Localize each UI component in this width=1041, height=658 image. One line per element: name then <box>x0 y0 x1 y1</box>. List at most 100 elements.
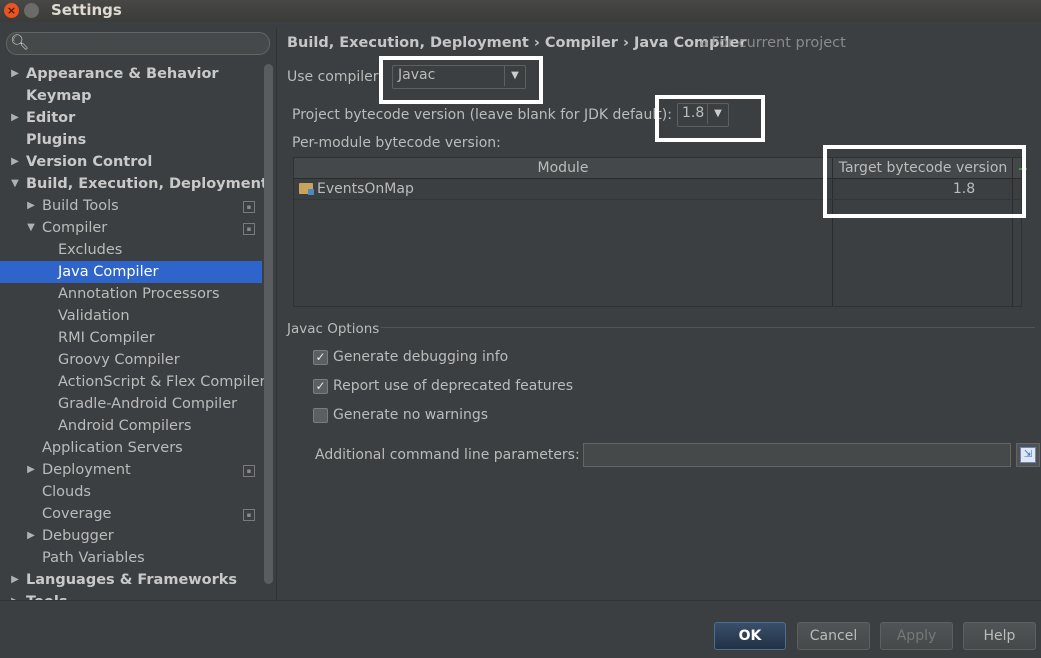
sidebar-item-label: Debugger <box>42 528 114 544</box>
annotation-box-target-version <box>823 145 1026 218</box>
generate-no-warnings-checkbox[interactable] <box>313 408 328 423</box>
chevron-down-icon[interactable]: ▼ <box>26 217 36 239</box>
sidebar-item-validation[interactable]: Validation <box>0 305 262 327</box>
sidebar-item-label: Excludes <box>58 242 123 258</box>
sidebar-item-groovy-compiler[interactable]: Groovy Compiler <box>0 349 262 371</box>
project-scope-icon: ⧉ <box>701 39 712 50</box>
sidebar-scrollbar[interactable] <box>264 64 273 584</box>
sidebar-item-label: Appearance & Behavior <box>26 66 219 82</box>
chevron-right-icon[interactable]: ▶ <box>26 459 36 481</box>
sidebar-item-editor[interactable]: ▶ Editor <box>0 107 262 129</box>
additional-params-input[interactable] <box>583 443 1011 467</box>
java-compiler-panel: Build, Execution, Deployment › Compiler … <box>277 28 1041 600</box>
chevron-right-icon[interactable]: ▶ <box>10 63 20 85</box>
sidebar-item-label: Compiler <box>42 220 108 236</box>
close-window-icon[interactable]: × <box>4 3 19 18</box>
minimize-window-icon[interactable] <box>24 3 39 18</box>
report-deprecated-checkbox[interactable]: ✓ <box>313 379 328 394</box>
sidebar-item-label: Keymap <box>26 88 92 104</box>
help-button[interactable]: Help <box>963 622 1036 650</box>
sidebar-item-label: Annotation Processors <box>58 286 220 302</box>
sidebar-item-label: Build Tools <box>42 198 119 214</box>
chevron-right-icon[interactable]: ▶ <box>10 151 20 173</box>
sidebar-item-label: Tools <box>26 591 68 600</box>
sidebar-item-tools[interactable]: ▶ Tools <box>0 591 262 600</box>
title-bar: × Settings <box>0 0 1041 22</box>
sidebar-item-keymap[interactable]: Keymap <box>0 85 262 107</box>
settings-search-input[interactable]: 🔍︎ <box>6 32 270 55</box>
cancel-button[interactable]: Cancel <box>797 622 870 650</box>
sidebar-item-coverage[interactable]: Coverage ▪ <box>0 503 262 525</box>
sidebar-item-version-control[interactable]: ▶ Version Control <box>0 151 262 173</box>
chevron-right-icon[interactable]: ▶ <box>26 195 36 217</box>
sidebar-item-build-tools[interactable]: ▶ Build Tools ▪ <box>0 195 262 217</box>
sidebar-item-label: Application Servers <box>42 440 183 456</box>
sidebar-item-label: Coverage <box>42 506 112 522</box>
settings-sidebar: 🔍︎ ▶ Appearance & Behavior Keymap ▶ Editor Pl… <box>0 28 277 600</box>
generate-debug-info-label: Generate debugging info <box>333 349 509 365</box>
sidebar-item-appearance-behavior[interactable]: ▶ Appearance & Behavior <box>0 63 262 85</box>
sidebar-item-label: Build, Execution, Deployment <box>26 176 268 192</box>
sidebar-item-label: Groovy Compiler <box>58 352 180 368</box>
report-deprecated-label: Report use of deprecated features <box>333 378 574 394</box>
breadcrumb: Build, Execution, Deployment › Compiler … <box>287 35 747 51</box>
sidebar-item-rmi-compiler[interactable]: RMI Compiler <box>0 327 262 349</box>
sidebar-item-excludes[interactable]: Excludes <box>0 239 262 261</box>
sidebar-item-label: Deployment <box>42 462 131 478</box>
sidebar-item-label: Clouds <box>42 484 91 500</box>
sidebar-item-android-compilers[interactable]: Android Compilers <box>0 415 262 437</box>
sidebar-item-clouds[interactable]: Clouds <box>0 481 262 503</box>
sidebar-item-actionscript-flex-compiler[interactable]: ActionScript & Flex Compiler <box>0 371 266 393</box>
annotation-box-compiler <box>379 56 543 104</box>
sidebar-item-label: Java Compiler <box>58 264 159 280</box>
sidebar-item-compiler[interactable]: ▼ Compiler ▪ <box>0 217 262 239</box>
sidebar-item-deployment[interactable]: ▶ Deployment ▪ <box>0 459 262 481</box>
sidebar-item-annotation-processors[interactable]: Annotation Processors <box>0 283 262 305</box>
sidebar-item-debugger[interactable]: ▶ Debugger <box>0 525 262 547</box>
chevron-down-icon[interactable]: ▼ <box>10 173 20 195</box>
sidebar-item-label: Gradle-Android Compiler <box>58 396 238 412</box>
sidebar-item-gradle-android-compiler[interactable]: Gradle-Android Compiler <box>0 393 262 415</box>
sidebar-item-java-compiler[interactable]: Java Compiler <box>0 261 262 283</box>
sidebar-item-label: Android Compilers <box>58 418 192 434</box>
project-scope-note: ⧉ For current project <box>701 35 846 51</box>
sidebar-item-path-variables[interactable]: Path Variables <box>0 547 262 569</box>
sidebar-item-label: Version Control <box>26 154 153 170</box>
module-name-cell: EventsOnMap <box>317 181 414 197</box>
additional-params-label: Additional command line parameters: <box>315 447 580 463</box>
annotation-box-bytecode <box>655 95 765 142</box>
chevron-right-icon[interactable]: ▶ <box>10 107 20 129</box>
sidebar-item-label: Validation <box>58 308 130 324</box>
javac-options-title: Javac Options <box>287 321 380 337</box>
sidebar-item-plugins[interactable]: Plugins <box>0 129 262 151</box>
sidebar-item-label: Languages & Frameworks <box>26 572 238 588</box>
bytecode-version-label: Project bytecode version (leave blank fo… <box>292 107 672 123</box>
section-divider <box>381 327 1035 328</box>
chevron-right-icon[interactable]: ▶ <box>10 569 20 591</box>
sidebar-item-label: Plugins <box>26 132 87 148</box>
generate-no-warnings-label: Generate no warnings <box>333 407 489 423</box>
project-scope-icon: ▪ <box>243 201 255 213</box>
sidebar-item-label: Path Variables <box>42 550 145 566</box>
project-scope-icon: ▪ <box>243 509 255 521</box>
expand-params-button[interactable]: ⇲ <box>1016 443 1040 467</box>
project-scope-label: For current project <box>711 35 846 51</box>
generate-debug-info-checkbox[interactable]: ✓ <box>313 350 328 365</box>
sidebar-item-label: ActionScript & Flex Compiler <box>58 374 266 390</box>
dialog-footer: OK Cancel Apply Help <box>0 600 1041 658</box>
sidebar-item-label: Editor <box>26 110 76 126</box>
project-scope-icon: ▪ <box>243 223 255 235</box>
sidebar-item-application-servers[interactable]: Application Servers <box>0 437 262 459</box>
ok-button[interactable]: OK <box>714 622 786 650</box>
sidebar-item-build-execution-deployment[interactable]: ▼ Build, Execution, Deployment <box>0 173 268 195</box>
settings-window: × Settings 🔍︎ ▶ Appearance & Behavior Keym… <box>0 0 1041 658</box>
chevron-right-icon[interactable]: ▶ <box>26 525 36 547</box>
sidebar-item-label: RMI Compiler <box>58 330 155 346</box>
sidebar-item-languages-frameworks[interactable]: ▶ Languages & Frameworks <box>0 569 262 591</box>
module-column-header[interactable]: Module <box>294 158 832 178</box>
apply-button[interactable]: Apply <box>880 622 953 650</box>
search-icon: 🔍︎ <box>10 33 30 51</box>
chevron-right-icon[interactable]: ▶ <box>10 591 20 600</box>
window-title: Settings <box>51 1 122 19</box>
per-module-label: Per-module bytecode version: <box>292 135 501 151</box>
